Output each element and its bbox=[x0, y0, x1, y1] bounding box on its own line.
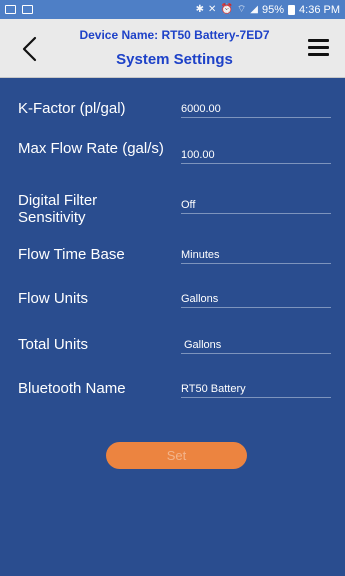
k-factor-field[interactable]: 6000.00 bbox=[181, 100, 331, 118]
battery-icon bbox=[288, 4, 296, 15]
bluetooth-icon: ✱ bbox=[195, 4, 205, 15]
flow-time-base-field[interactable]: Minutes bbox=[181, 246, 331, 264]
menu-button[interactable] bbox=[306, 39, 332, 61]
device-name: Device Name: RT50 Battery-7ED7 bbox=[79, 28, 270, 42]
clock: 4:36 PM bbox=[299, 3, 340, 16]
total-units-field[interactable]: Gallons bbox=[181, 336, 331, 354]
bluetooth-name-field[interactable]: RT50 Battery bbox=[181, 380, 331, 398]
flow-units-field[interactable]: Gallons bbox=[181, 290, 331, 308]
status-bar: ✱ ✕ ⏰ ⌔ ◢ 95% 4:36 PM bbox=[0, 0, 345, 19]
status-right: ✱ ✕ ⏰ ⌔ ◢ 95% 4:36 PM bbox=[196, 3, 340, 16]
notification-icon bbox=[5, 5, 16, 14]
chevron-left-icon bbox=[22, 36, 37, 62]
setting-label: Flow Units bbox=[18, 290, 89, 307]
digital-filter-field[interactable]: Off bbox=[181, 196, 331, 214]
setting-label: Digital Filter Sensitivity bbox=[18, 192, 98, 226]
hamburger-icon bbox=[306, 39, 332, 56]
set-button[interactable]: Set bbox=[106, 442, 247, 469]
back-button[interactable] bbox=[14, 31, 44, 67]
alarm-icon: ⏰ bbox=[220, 4, 233, 15]
mute-icon: ✕ bbox=[208, 4, 217, 15]
setting-label: K-Factor (pl/gal) bbox=[18, 100, 126, 117]
image-icon bbox=[22, 5, 33, 14]
setting-label: Total Units bbox=[18, 336, 89, 353]
setting-label: Bluetooth Name bbox=[18, 380, 126, 397]
setting-label: Max Flow Rate (gal/s) bbox=[18, 140, 164, 157]
signal-icon: ◢ bbox=[250, 4, 258, 15]
setting-label: Flow Time Base bbox=[18, 246, 125, 263]
battery-percent: 95% bbox=[262, 3, 285, 16]
max-flow-rate-field[interactable]: 100.00 bbox=[181, 146, 331, 164]
status-left-icons bbox=[5, 5, 33, 14]
app-header: Device Name: RT50 Battery-7ED7 System Se… bbox=[0, 19, 345, 78]
wifi-icon: ⌔ bbox=[236, 4, 247, 15]
page-title: System Settings bbox=[116, 51, 233, 68]
